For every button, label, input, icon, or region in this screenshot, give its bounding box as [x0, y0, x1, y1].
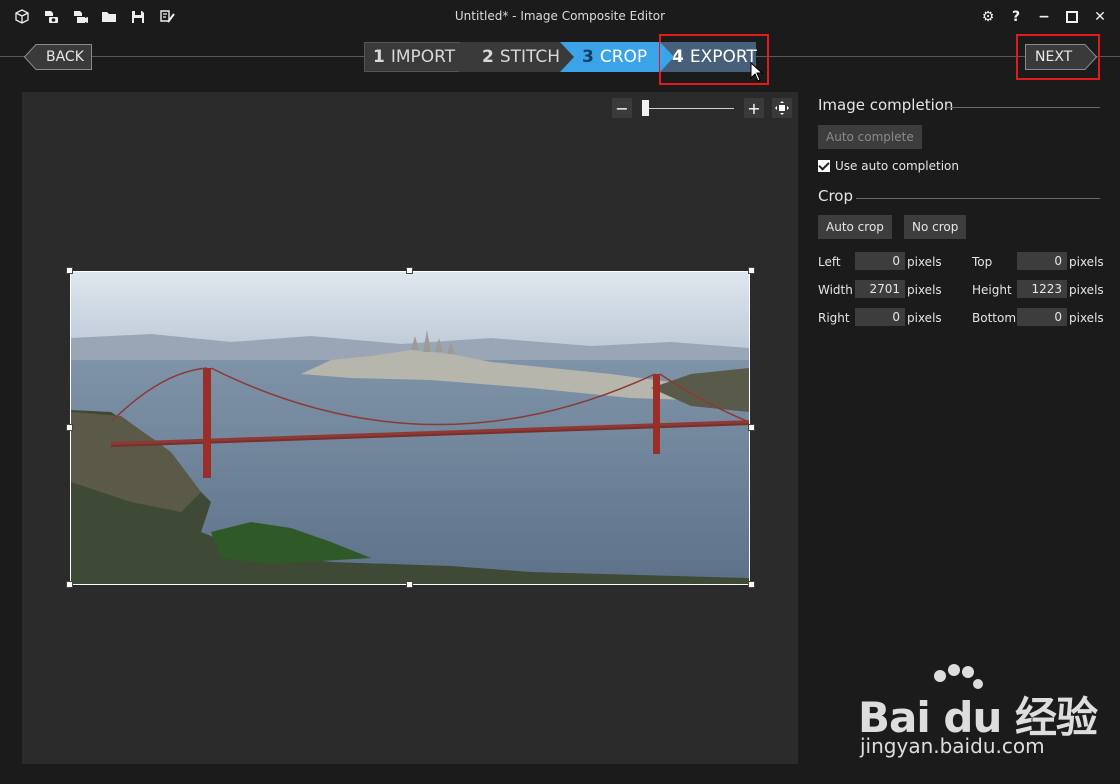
tab-import[interactable]: 1 IMPORT	[364, 42, 473, 73]
no-crop-button[interactable]: No crop	[904, 215, 967, 239]
right-label: Right	[818, 311, 850, 325]
checkbox-checked-icon[interactable]	[818, 160, 830, 172]
next-button[interactable]: NEXT	[1025, 44, 1097, 70]
mouse-cursor-icon	[750, 61, 764, 86]
window-title: Untitled* - Image Composite Editor	[454, 9, 666, 23]
height-input[interactable]: 1223	[1017, 280, 1067, 298]
step-arrow	[660, 42, 674, 72]
width-label: Width	[818, 283, 853, 297]
step-label: STITCH	[499, 47, 561, 67]
panorama-image[interactable]	[70, 271, 750, 585]
step-number: 2	[482, 47, 494, 67]
step-label: CROP	[599, 47, 648, 67]
bottom-label: Bottom	[972, 311, 1017, 325]
left-label: Left	[818, 255, 841, 269]
section-title: Image completion	[818, 96, 954, 114]
section-divider	[946, 107, 1100, 108]
fit-to-window-icon[interactable]	[772, 98, 792, 118]
auto-complete-button[interactable]: Auto complete	[818, 125, 922, 149]
zoom-control: − +	[612, 98, 794, 118]
right-input[interactable]: 0	[855, 308, 905, 326]
unit-label: pixels	[907, 311, 942, 325]
left-input[interactable]: 0	[855, 252, 905, 270]
unit-label: pixels	[907, 255, 942, 269]
crop-heading: Crop	[818, 187, 1100, 207]
section-divider	[856, 198, 1100, 199]
use-auto-completion-checkbox[interactable]: Use auto completion	[818, 159, 1100, 173]
back-button[interactable]: BACK	[24, 44, 92, 70]
zoom-in-button[interactable]: +	[744, 98, 764, 118]
step-number: 3	[582, 47, 594, 67]
crop-row: Width 2701 pixels Height 1223 pixels	[818, 280, 1104, 300]
zoom-out-button[interactable]: −	[612, 98, 632, 118]
crop-handle-right[interactable]	[748, 424, 755, 431]
crop-handle-left[interactable]	[66, 424, 73, 431]
top-label: Top	[972, 255, 993, 269]
crop-row: Right 0 pixels Bottom 0 pixels	[818, 308, 1104, 328]
watermark-url: jingyan.baidu.com	[860, 734, 1045, 758]
image-completion-heading: Image completion	[818, 96, 1100, 116]
next-label: NEXT	[1035, 49, 1073, 65]
title-bar: Untitled* - Image Composite Editor ⚙ ? −…	[0, 0, 1120, 34]
settings-panel: Image completion Auto complete Use auto …	[818, 96, 1104, 326]
step-label: IMPORT	[390, 47, 456, 67]
workflow-nav: BACK 1 IMPORT 2 STITCH 3 CROP 4 EXPORT N…	[0, 34, 1120, 85]
image-canvas[interactable]: − +	[22, 92, 798, 764]
step-arrow	[560, 42, 574, 72]
minimize-icon[interactable]: −	[1034, 7, 1054, 27]
tab-stitch[interactable]: 2 STITCH	[460, 42, 574, 72]
maximize-icon[interactable]	[1062, 7, 1082, 27]
crop-handle-bottom-right[interactable]	[748, 581, 755, 588]
height-label: Height	[972, 283, 1012, 297]
crop-handle-top-right[interactable]	[748, 267, 755, 274]
unit-label: pixels	[1069, 283, 1104, 297]
unit-label: pixels	[1069, 255, 1104, 269]
bottom-input[interactable]: 0	[1017, 308, 1067, 326]
step-number: 1	[373, 47, 385, 67]
settings-gear-icon[interactable]: ⚙	[978, 7, 998, 27]
panorama-photo	[71, 272, 749, 584]
crop-handle-bottom-left[interactable]	[66, 581, 73, 588]
tab-crop[interactable]: 3 CROP	[560, 42, 674, 72]
unit-label: pixels	[1069, 311, 1104, 325]
back-label: BACK	[46, 49, 84, 65]
crop-row: Left 0 pixels Top 0 pixels	[818, 252, 1104, 272]
crop-handle-top-left[interactable]	[66, 267, 73, 274]
auto-crop-button[interactable]: Auto crop	[818, 215, 892, 239]
top-input[interactable]: 0	[1017, 252, 1067, 270]
help-icon[interactable]: ?	[1006, 7, 1026, 27]
next-highlight-box: NEXT	[1016, 34, 1100, 80]
crop-handle-bottom[interactable]	[406, 581, 413, 588]
zoom-slider-track[interactable]	[642, 108, 734, 109]
crop-handle-top[interactable]	[406, 267, 413, 274]
width-input[interactable]: 2701	[855, 280, 905, 298]
section-title: Crop	[818, 187, 854, 205]
window-controls: ⚙ ? − ✕	[978, 7, 1110, 27]
unit-label: pixels	[907, 283, 942, 297]
checkbox-label: Use auto completion	[835, 159, 960, 173]
baidu-watermark: Bai du 经验 jingyan.baidu.com	[858, 660, 1108, 770]
zoom-slider-thumb[interactable]	[642, 100, 649, 116]
close-icon[interactable]: ✕	[1090, 7, 1110, 27]
